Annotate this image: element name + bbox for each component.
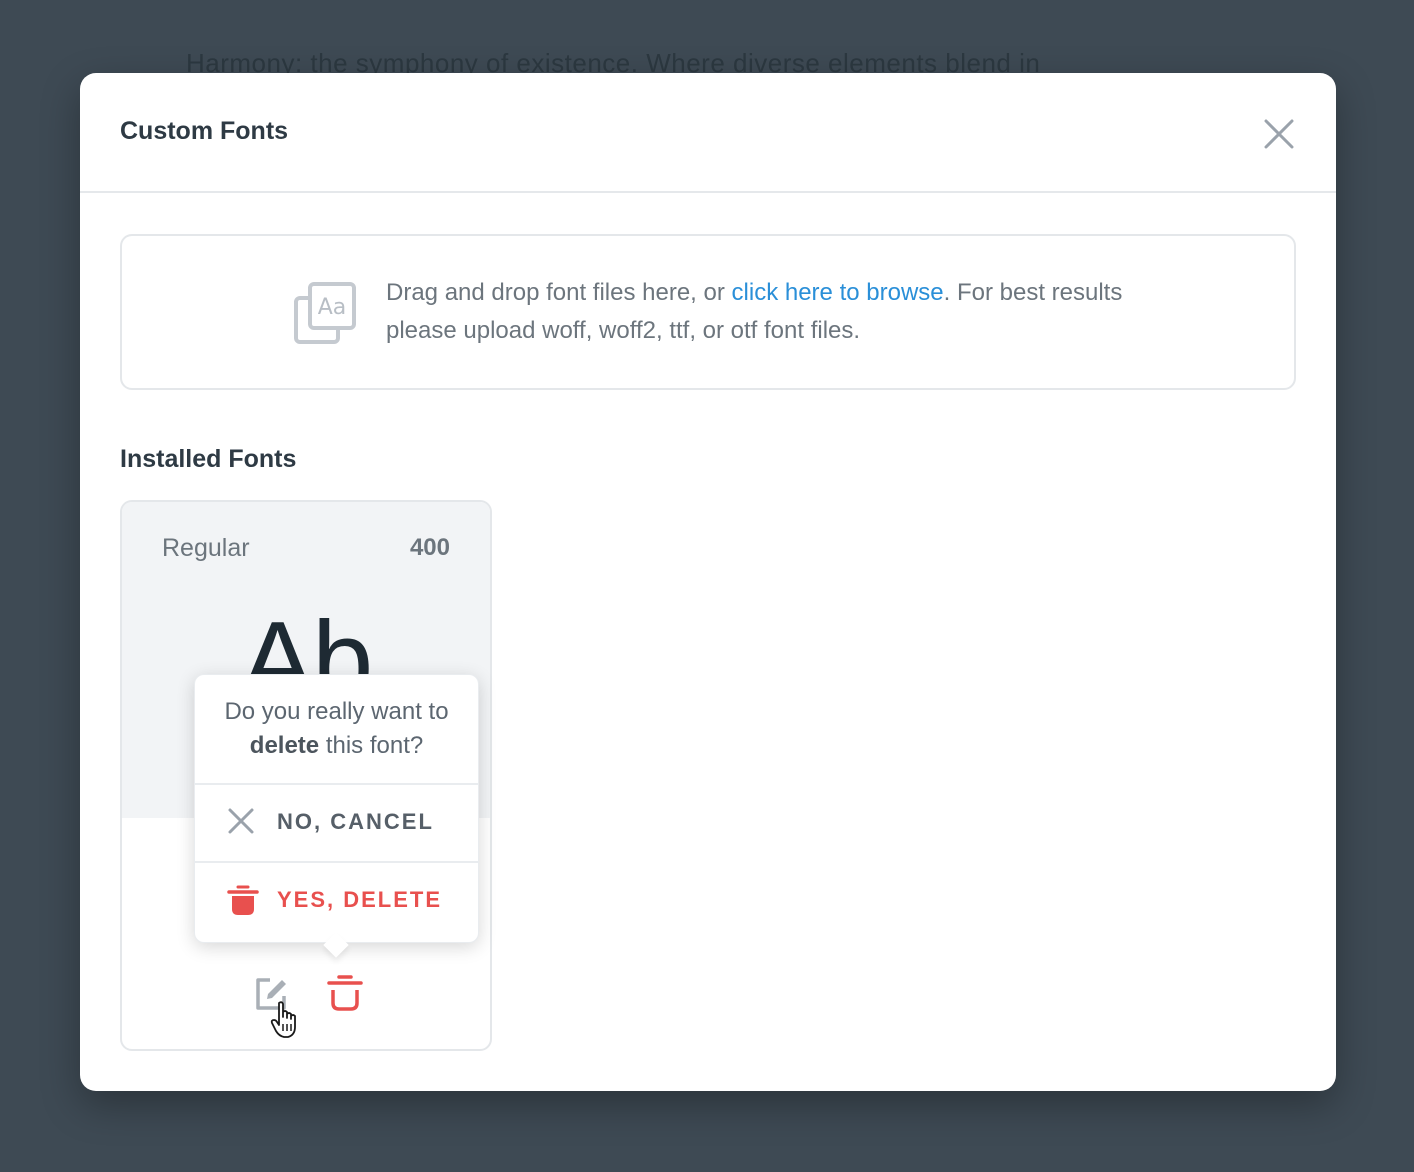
cancel-label: NO, CANCEL	[277, 809, 434, 834]
close-button[interactable]	[1258, 113, 1300, 155]
confirm-question-start: Do you really want to	[224, 698, 449, 725]
cancel-button[interactable]: NO, CANCEL	[195, 785, 478, 861]
modal-title: Custom Fonts	[120, 117, 289, 145]
delete-font-button[interactable]	[325, 974, 365, 1014]
dropzone-text-start: Drag and drop font files here, or	[386, 279, 732, 306]
font-style-name: Regular	[162, 534, 250, 562]
delete-confirm-popover: Do you really want to delete this font? …	[194, 674, 479, 958]
installed-fonts-heading: Installed Fonts	[120, 445, 297, 473]
confirm-question-bold: delete	[249, 732, 320, 759]
close-icon	[1264, 119, 1294, 149]
close-icon	[228, 808, 254, 834]
dropzone-text: Drag and drop font files here, or click …	[386, 274, 1146, 350]
hand-cursor-icon	[270, 1001, 296, 1038]
svg-text:Aa: Aa	[318, 295, 347, 320]
confirm-question: Do you really want to delete this font?	[195, 695, 478, 763]
font-dropzone[interactable]: Aa Drag and drop font files here, or cli…	[120, 234, 1296, 390]
modal-header: Custom Fonts	[80, 73, 1336, 193]
custom-fonts-modal: Custom Fonts Aa Drag and drop font files…	[80, 73, 1336, 1091]
trash-icon	[227, 885, 259, 915]
font-weight: 400	[409, 534, 450, 561]
confirm-delete-button[interactable]: YES, DELETE	[195, 863, 478, 939]
delete-label: YES, DELETE	[277, 887, 443, 912]
trash-icon	[327, 975, 363, 1011]
font-file-icon: Aa	[294, 282, 356, 344]
font-card-actions	[122, 974, 490, 1014]
confirm-question-end: this font?	[319, 732, 424, 759]
browse-link[interactable]: click here to browse	[732, 279, 944, 306]
